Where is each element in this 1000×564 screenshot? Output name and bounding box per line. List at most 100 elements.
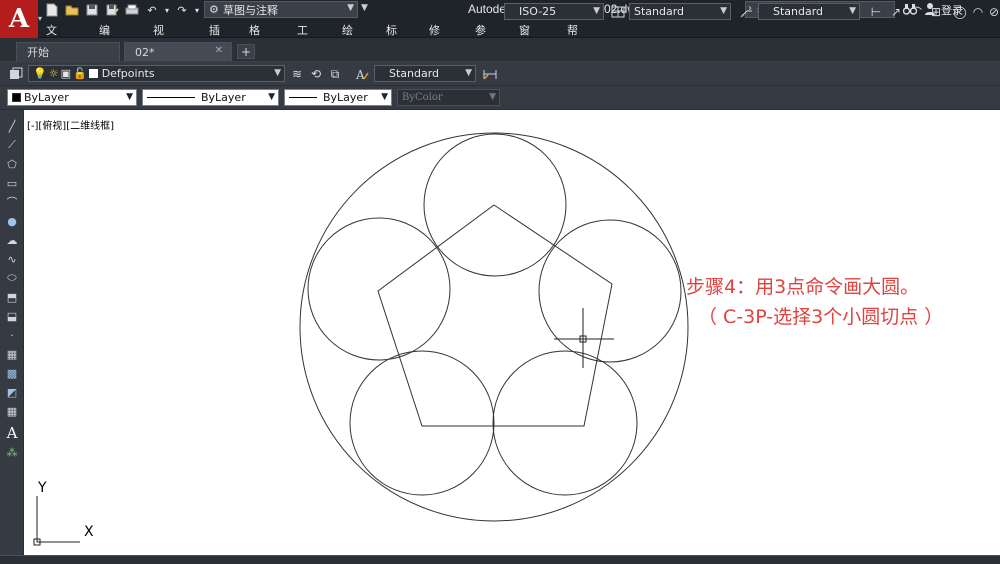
line-icon[interactable]: ╱ <box>4 118 20 134</box>
large-circle[interactable] <box>299 132 689 522</box>
plot-style-dropdown: ByColor ▼ <box>397 89 500 106</box>
chevron-down-icon: ▼ <box>593 6 600 16</box>
arc-length-icon[interactable]: ⌒ <box>908 4 924 20</box>
autocad-logo-icon: A <box>8 4 30 34</box>
make-block-icon[interactable]: ⬓ <box>4 308 20 324</box>
step-annotation-detail: （ C-3P-选择3个小圆切点 ） <box>698 306 944 328</box>
color-dropdown[interactable]: ByLayer ▼ <box>7 89 137 106</box>
file-tab-bar: 开始 02* ✕ + <box>0 38 1000 62</box>
close-icon[interactable]: ✕ <box>215 45 223 56</box>
make-current-layer-icon[interactable]: ≋ <box>289 66 305 82</box>
tab-drawing-02[interactable]: 02* ✕ <box>124 42 232 61</box>
polyline-icon[interactable]: ⟋ <box>4 137 20 153</box>
step-annotation: 步骤4：用3点命令画大圆。 <box>686 276 920 298</box>
polygon-icon[interactable]: ⬠ <box>4 156 20 172</box>
linetype-dropdown[interactable]: ByLayer ▼ <box>142 89 279 106</box>
plot-icon[interactable] <box>124 3 140 17</box>
viewport-freeze-icon: ▣ <box>60 67 71 80</box>
current-layer: Defpoints <box>101 67 155 80</box>
jogged-dimension-icon[interactable]: ◠ <box>970 4 986 20</box>
dimension-style-icon[interactable] <box>482 66 498 82</box>
ordinate-dimension-icon[interactable]: ⊞ <box>928 4 944 20</box>
customize-qat-icon[interactable]: ▼ <box>361 3 368 13</box>
undo-icon[interactable]: ↶ <box>144 3 160 17</box>
text-style-icon[interactable]: A <box>354 66 370 82</box>
layer-color-swatch <box>88 69 98 78</box>
small-circle-right[interactable] <box>538 219 682 363</box>
plot-style-value: ByColor <box>402 92 443 103</box>
aligned-dimension-icon[interactable]: ↗ <box>888 4 904 20</box>
drawing-canvas[interactable]: [-][俯视][二维线框] Y X 步骤4：用3点命令画大圆。 （ C-3P-选… <box>24 110 1000 555</box>
pentagon[interactable] <box>377 204 613 427</box>
circle-icon[interactable]: ● <box>4 213 20 229</box>
application-menu-button[interactable]: A <box>0 0 38 38</box>
linetype-value: ByLayer <box>201 91 246 104</box>
layer-properties-icon[interactable] <box>8 66 24 82</box>
workspace-label: 草图与注释 <box>223 3 278 17</box>
gradient-icon[interactable]: ▩ <box>4 365 20 381</box>
spline-icon[interactable]: ∿ <box>4 251 20 267</box>
svg-text:A: A <box>355 68 365 81</box>
dimension-style-dropdown[interactable]: ISO-25 ▼ <box>504 3 604 20</box>
mtext-icon[interactable]: A <box>4 424 20 442</box>
multileader-style-icon[interactable] <box>738 4 754 20</box>
lineweight-dropdown[interactable]: ByLayer ▼ <box>284 89 392 106</box>
multileader-style-dropdown[interactable]: Standard ▼ <box>758 3 860 20</box>
diameter-dimension-icon[interactable]: ⊘ <box>986 4 1000 20</box>
lineweight-preview <box>289 97 317 98</box>
small-circle-left[interactable] <box>307 217 451 361</box>
insert-block-icon[interactable]: ⬒ <box>4 289 20 305</box>
rectangle-icon[interactable]: ▭ <box>4 175 20 191</box>
layer-state-icon[interactable]: ⧉ <box>327 66 343 82</box>
lock-icon: 🔓 <box>72 67 87 80</box>
small-circle-bottom-right[interactable] <box>492 350 638 496</box>
layer-previous-icon[interactable]: ⟲ <box>308 66 324 82</box>
ucs-icon <box>33 496 80 546</box>
ucs-y-label: Y <box>38 480 47 496</box>
undo-dropdown-icon[interactable]: ▾ <box>164 3 170 17</box>
point-icon[interactable]: · <box>4 327 20 343</box>
lightbulb-icon: 💡 <box>33 67 47 80</box>
open-icon[interactable] <box>64 3 80 17</box>
save-as-icon[interactable] <box>104 3 120 17</box>
layer-dropdown[interactable]: 💡 ☼ ▣ 🔓 Defpoints ▼ <box>28 65 285 82</box>
gear-icon: ⚙ <box>209 3 219 16</box>
add-selected-icon[interactable]: ⁂ <box>4 444 20 460</box>
text-style-value: Standard <box>389 67 440 80</box>
multileader-style-value: Standard <box>773 5 824 18</box>
region-icon[interactable]: ◩ <box>4 384 20 400</box>
chevron-down-icon: ▼ <box>274 68 281 78</box>
chevron-down-icon: ▼ <box>268 92 275 102</box>
revcloud-icon[interactable]: ☁ <box>4 232 20 248</box>
table-style-value: Standard <box>634 5 685 18</box>
text-style-dropdown[interactable]: Standard ▼ <box>374 65 476 82</box>
new-icon[interactable] <box>44 3 60 17</box>
color-swatch <box>12 93 21 102</box>
small-circle-bottom-left[interactable] <box>349 350 495 496</box>
chevron-down-icon: ▼ <box>720 6 727 16</box>
tab-label: 开始 <box>27 46 49 59</box>
workspace-dropdown[interactable]: ⚙ 草图与注释 ▼ <box>204 1 358 18</box>
table-icon[interactable]: ▦ <box>4 403 20 419</box>
linear-dimension-icon[interactable]: ⊢ <box>868 4 884 20</box>
table-style-icon[interactable] <box>610 4 626 20</box>
save-icon[interactable] <box>84 3 100 17</box>
chevron-down-icon: ▼ <box>347 3 354 13</box>
new-tab-button[interactable]: + <box>237 44 255 59</box>
quick-access-toolbar: ↶ ▾ ↷ ▾ <box>44 2 200 18</box>
sun-icon: ☼ <box>48 67 59 80</box>
radius-dimension-icon[interactable]: ◯ <box>952 4 968 20</box>
tab-start[interactable]: 开始 <box>16 42 120 61</box>
arc-icon[interactable]: ⌒ <box>4 194 20 210</box>
lineweight-value: ByLayer <box>323 91 368 104</box>
tab-label: 02* <box>135 45 155 59</box>
table-style-dropdown[interactable]: Standard ▼ <box>629 3 731 20</box>
chevron-down-icon: ▼ <box>381 92 388 102</box>
ellipse-icon[interactable]: ⬭ <box>4 270 20 286</box>
hatch-icon[interactable]: ▦ <box>4 346 20 362</box>
properties-toolbar: ByLayer ▼ ByLayer ▼ ByLayer ▼ ByColor ▼ <box>0 86 1000 110</box>
redo-icon[interactable]: ↷ <box>174 3 190 17</box>
redo-dropdown-icon[interactable]: ▾ <box>194 3 200 17</box>
linetype-preview <box>147 97 195 98</box>
small-circle-top[interactable] <box>423 133 567 277</box>
